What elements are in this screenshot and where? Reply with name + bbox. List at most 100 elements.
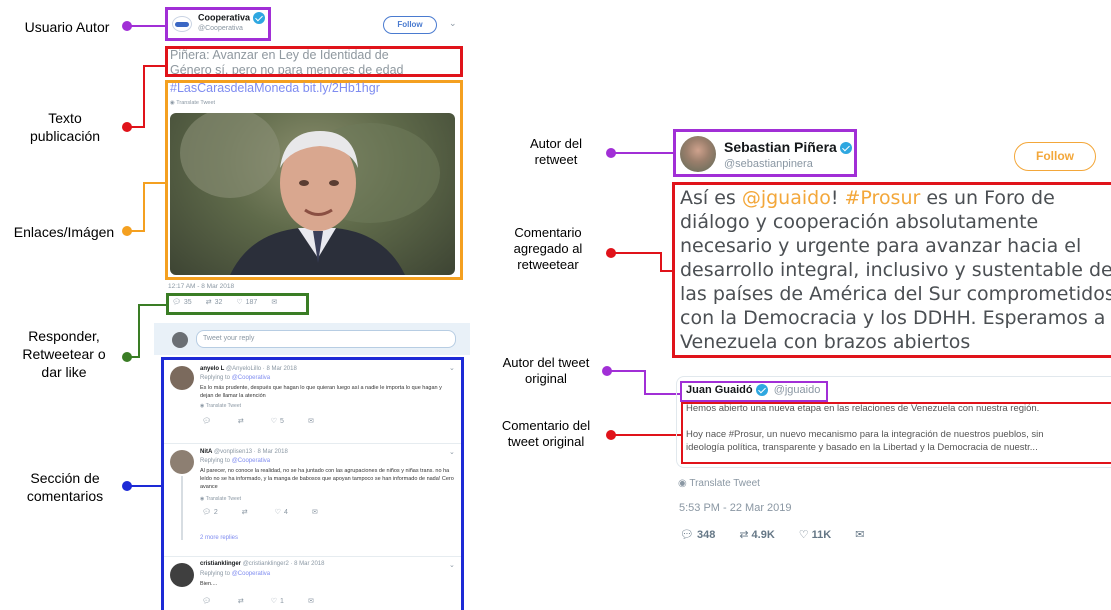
chevron-down-icon[interactable]: ⌄ <box>449 561 455 569</box>
comment-author[interactable]: anyelo L <box>200 366 224 372</box>
like-button[interactable]: ♡ 1 <box>270 597 284 606</box>
tweet-timestamp: 5:53 PM - 22 Mar 2019 <box>679 502 792 514</box>
retweet-text-segment: ! <box>830 187 845 209</box>
heart-icon: ♡ <box>270 598 278 605</box>
retweet-button[interactable]: ⇄ <box>242 508 251 516</box>
chevron-down-icon[interactable]: ⌄ <box>449 18 457 29</box>
connector-line <box>143 65 165 67</box>
comment-handle[interactable]: @cristianklinger2 · 8 Mar 2018 <box>243 561 325 567</box>
comment-handle[interactable]: @vonplisen13 · 8 Mar 2018 <box>214 449 288 455</box>
author-name-text: Cooperativa <box>198 12 251 23</box>
like-button[interactable]: ♡ 4 <box>275 508 288 517</box>
replying-to: Replying to @Cooperativa <box>200 458 270 464</box>
replying-label: Replying to <box>200 375 231 381</box>
comment-text: Al parecer, no conoce la realidad, no se… <box>200 468 454 490</box>
quoted-author[interactable]: Juan Guaidó @jguaido <box>686 384 821 397</box>
like-button[interactable]: ♡ 187 <box>236 298 258 307</box>
reply-input[interactable]: Tweet your reply <box>196 330 456 348</box>
tweet-photo[interactable] <box>170 113 455 275</box>
reply-button[interactable]: 💬︎ 2 <box>202 508 218 517</box>
message-button[interactable]: ✉ <box>308 417 314 425</box>
retweet-comment-text: Así es @jguaido! #Prosur es un Foro de d… <box>680 186 1111 356</box>
retweet-button[interactable]: ⇄ <box>238 597 247 605</box>
hashtag-link[interactable]: #Prosur <box>845 187 921 209</box>
reply-count: 35 <box>183 298 192 306</box>
reply-button[interactable]: 💬︎ <box>202 417 214 425</box>
reply-button[interactable]: 💬︎ <box>202 597 214 605</box>
reply-button[interactable]: 💬︎ 348 <box>680 528 715 542</box>
comment-actions: 💬︎ ⇄ ♡ 1 ✉ <box>202 597 314 606</box>
label-line: dar like <box>41 364 87 380</box>
label-line: Sección de <box>30 470 100 486</box>
connector-line <box>611 252 661 254</box>
chevron-down-icon[interactable]: ⌄ <box>449 364 455 372</box>
avatar[interactable] <box>680 136 716 172</box>
quoted-text-line: Hoy nace #Prosur, un nuevo mecanismo par… <box>686 429 1044 440</box>
reply-composer: Tweet your reply <box>154 323 470 355</box>
replying-to: Replying to @Cooperativa <box>200 571 270 577</box>
label-line: Retweetear o <box>22 346 106 362</box>
avatar[interactable] <box>170 450 194 474</box>
label-autor-retweet: Autor del retweet <box>504 136 608 168</box>
list-item[interactable]: anyelo L @AnyeloLillo · 8 Mar 2018 ⌄ Rep… <box>164 360 461 444</box>
connector-line <box>127 230 144 232</box>
comment-author[interactable]: NitA <box>200 449 212 455</box>
avatar[interactable] <box>170 366 194 390</box>
translate-tweet[interactable]: ◉ Translate Tweet <box>170 100 215 106</box>
like-button[interactable]: ♡ 5 <box>271 417 284 426</box>
translate-tweet[interactable]: ◉ Translate Tweet <box>678 478 760 489</box>
label-responder: Responder, Retweetear o dar like <box>8 327 120 381</box>
verified-icon <box>839 142 852 155</box>
list-item[interactable]: cristianklinger @cristianklinger2 · 8 Ma… <box>164 557 461 610</box>
tweet-timestamp: 12:17 AM - 8 Mar 2018 <box>168 283 235 290</box>
label-autor-original: Autor del tweet original <box>492 355 600 387</box>
label-comentario-agregado: Comentario agregado al retweetear <box>494 225 602 273</box>
comment-author[interactable]: cristianklinger <box>200 561 241 567</box>
author-handle[interactable]: @Cooperativa <box>198 25 243 32</box>
comment-handle[interactable]: @AnyeloLillo · 8 Mar 2018 <box>226 366 297 372</box>
label-line: Comentario del <box>501 418 591 433</box>
retweet-author-handle[interactable]: @sebastianpinera <box>724 158 813 170</box>
message-button[interactable]: ✉ <box>308 597 314 605</box>
retweet-author-name[interactable]: Sebastian Piñera <box>724 139 852 155</box>
message-button[interactable]: ✉ <box>855 528 864 541</box>
follow-button[interactable]: Follow <box>383 16 437 34</box>
author-name[interactable]: Cooperativa <box>198 12 266 24</box>
message-button[interactable]: ✉ <box>312 508 318 516</box>
translate-tweet[interactable]: ◉ Translate Tweet <box>200 496 241 502</box>
replying-to: Replying to @Cooperativa <box>200 375 270 381</box>
retweet-button[interactable]: ⇄ 32 <box>206 298 223 307</box>
message-button[interactable]: ✉ <box>271 298 277 306</box>
retweet-text-line: con la Democracia y los DDHH. Esperamos … <box>680 307 1106 329</box>
more-replies-link[interactable]: 2 more replies <box>200 535 238 541</box>
like-button[interactable]: ♡ 11K <box>799 528 831 542</box>
avatar <box>172 332 188 348</box>
connector-line <box>611 434 681 436</box>
quoted-text: Hemos abierto una nueva etapa en las rel… <box>686 402 1109 454</box>
mail-icon: ✉ <box>271 299 278 306</box>
replying-mention[interactable]: @Cooperativa <box>232 458 270 464</box>
like-count: 187 <box>245 298 258 306</box>
avatar[interactable] <box>170 563 194 587</box>
translate-label: Translate Tweet <box>689 478 760 489</box>
reply-icon: 💬︎ <box>202 509 211 516</box>
retweet-text-segment: Así es <box>680 187 742 209</box>
url-link[interactable]: bit.ly/2Hb1hgr <box>303 81 380 95</box>
label-line: Texto <box>48 110 82 126</box>
reply-button[interactable]: 💬︎ 35 <box>172 298 192 307</box>
list-item[interactable]: NitA @vonplisen13 · 8 Mar 2018 ⌄ Replyin… <box>164 444 461 557</box>
retweet-button[interactable]: ⇄ 4.9K <box>739 528 774 542</box>
verified-icon <box>253 12 266 24</box>
avatar[interactable] <box>172 16 192 32</box>
replying-mention[interactable]: @Cooperativa <box>232 571 270 577</box>
quoted-author-handle: @jguaido <box>773 384 821 396</box>
hashtag-link[interactable]: #LasCarasdelaMoneda <box>170 81 299 95</box>
retweet-button[interactable]: ⇄ <box>238 417 247 425</box>
follow-button[interactable]: Follow <box>1014 142 1096 171</box>
translate-tweet[interactable]: ◉ Translate Tweet <box>200 403 241 409</box>
label-line: comentarios <box>26 488 104 504</box>
chevron-down-icon[interactable]: ⌄ <box>449 448 455 456</box>
mention-link[interactable]: @jguaido <box>742 187 831 209</box>
globe-icon: ◉ <box>200 496 205 502</box>
replying-mention[interactable]: @Cooperativa <box>232 375 270 381</box>
